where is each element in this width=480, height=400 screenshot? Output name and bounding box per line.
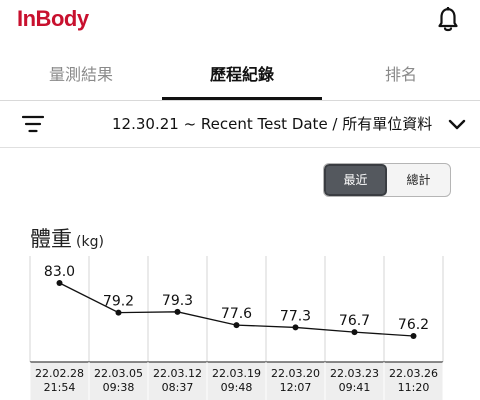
x-tick-time: 12:07 — [280, 381, 312, 394]
filter-divider — [0, 147, 480, 148]
x-tick-date: 22.03.23 — [330, 367, 379, 380]
data-point — [56, 280, 63, 286]
x-tick-date: 22.03.05 — [94, 367, 143, 380]
inbody-logo: InBody — [17, 6, 89, 31]
x-tick-date: 22.02.28 — [35, 367, 84, 380]
data-point — [292, 324, 299, 331]
data-label: 83.0 — [44, 264, 75, 280]
data-label: 79.2 — [103, 294, 134, 310]
data-point — [174, 308, 181, 315]
date-filter-row[interactable]: 12.30.21 ~ Recent Test Date / 所有單位資料 — [0, 101, 480, 147]
x-tick-time: 21:54 — [44, 381, 76, 394]
tab-bar: 量測結果 歷程紀錄 排名 — [0, 52, 480, 100]
data-label: 77.6 — [221, 306, 252, 322]
x-tick-date: 22.03.12 — [153, 367, 202, 380]
data-point — [115, 309, 122, 316]
data-label: 79.3 — [162, 293, 193, 309]
data-label: 76.7 — [339, 313, 370, 329]
chevron-down-icon[interactable] — [448, 116, 466, 132]
weight-line-chart: 83.0 22.02.2821:54 79.2 22.03.0509:38 79.3 22… — [29, 256, 444, 400]
metric-name: 體重 — [30, 227, 72, 251]
tab-measurement-results[interactable]: 量測結果 — [0, 52, 162, 100]
metric-unit: (kg) — [76, 234, 104, 250]
tab-ranking[interactable]: 排名 — [322, 52, 480, 100]
x-tick-time: 09:48 — [221, 381, 253, 394]
segment-recent-button[interactable]: 最近 — [324, 164, 387, 196]
date-range-text[interactable]: 12.30.21 ~ Recent Test Date / 所有單位資料 — [112, 101, 442, 147]
chart-title: 體重 (kg) — [30, 223, 104, 253]
data-label: 77.3 — [280, 308, 311, 324]
bell-icon[interactable] — [436, 7, 460, 33]
data-point — [410, 333, 417, 339]
data-point — [233, 322, 240, 329]
filter-icon[interactable] — [22, 115, 44, 133]
x-tick-time: 11:20 — [398, 381, 430, 394]
x-tick-date: 22.03.20 — [271, 367, 320, 380]
x-tick-date: 22.03.26 — [389, 367, 438, 380]
x-tick-time: 09:41 — [339, 381, 371, 394]
data-point — [351, 329, 358, 336]
segment-total-button[interactable]: 總計 — [387, 164, 450, 196]
x-tick-time: 09:38 — [103, 381, 135, 394]
period-segmented-control: 最近 總計 — [323, 163, 451, 197]
data-label: 76.2 — [398, 317, 429, 333]
tab-history[interactable]: 歷程紀錄 — [162, 52, 322, 100]
top-bar: InBody — [0, 0, 480, 40]
x-tick-time: 08:37 — [162, 381, 194, 394]
x-tick-date: 22.03.19 — [212, 367, 261, 380]
